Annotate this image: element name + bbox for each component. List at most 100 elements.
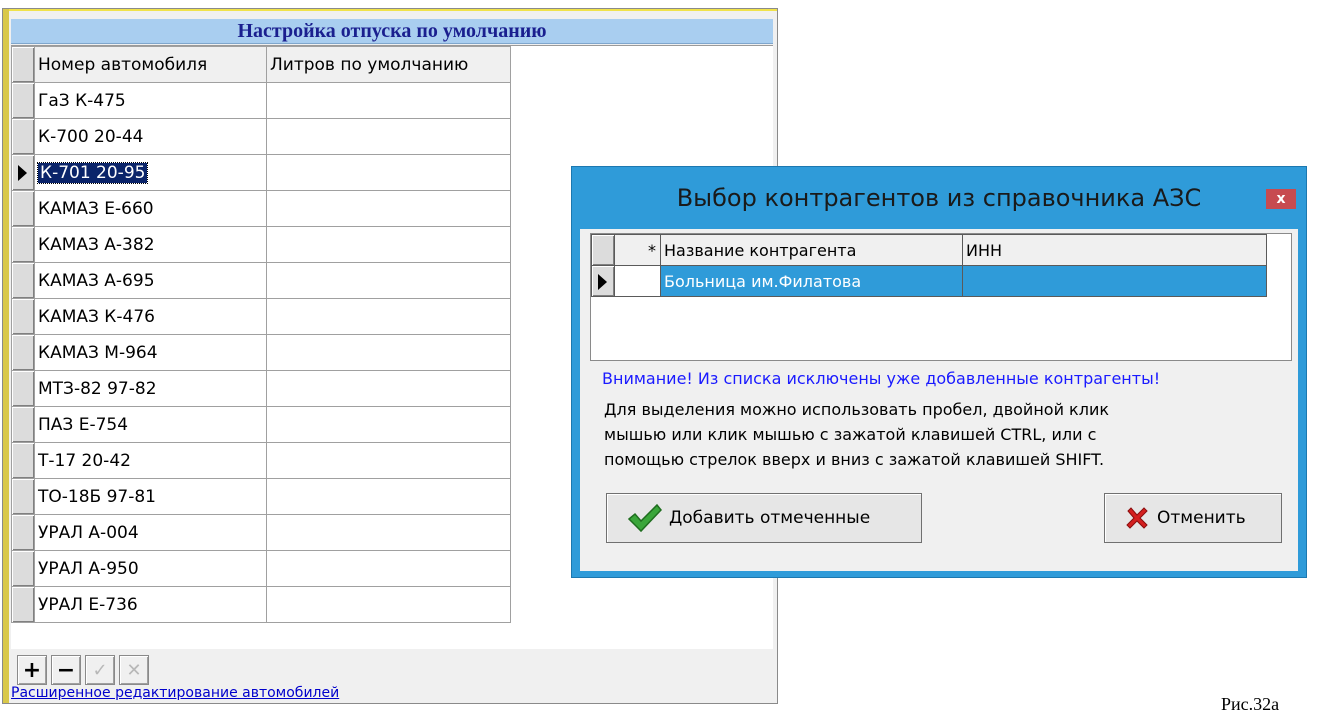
vehicle-number-cell[interactable]: К-700 20-44 xyxy=(34,118,267,155)
vehicle-number: ПАЗ Е-754 xyxy=(38,414,129,435)
vehicle-number-cell[interactable]: УРАЛ А-950 xyxy=(34,550,267,587)
vehicle-row[interactable]: КАМАЗ А-695 xyxy=(11,262,511,299)
vehicle-row[interactable]: УРАЛ А-004 xyxy=(11,514,511,551)
default-liters-cell[interactable] xyxy=(266,154,511,191)
default-liters-cell[interactable] xyxy=(266,226,511,263)
vehicle-row[interactable]: КАМАЗ К-476 xyxy=(11,298,511,335)
row-indicator[interactable] xyxy=(11,226,35,263)
vehicle-number: К-700 20-44 xyxy=(38,126,144,147)
default-liters-cell[interactable] xyxy=(266,82,511,119)
vehicle-number: К-701 20-95 xyxy=(36,161,149,184)
vehicle-number: КАМАЗ К-476 xyxy=(38,306,155,327)
default-liters-cell[interactable] xyxy=(266,514,511,551)
vehicle-number: КАМАЗ А-695 xyxy=(38,270,155,291)
row-indicator[interactable] xyxy=(591,265,615,297)
vehicle-number-cell[interactable]: ПАЗ Е-754 xyxy=(34,406,267,443)
vehicle-number-cell[interactable]: МТЗ-82 97-82 xyxy=(34,370,267,407)
default-liters-cell[interactable] xyxy=(266,370,511,407)
vehicle-number-cell[interactable]: КАМАЗ Е-660 xyxy=(34,190,267,227)
row-indicator[interactable] xyxy=(11,190,35,227)
column-header-vehicle-number[interactable]: Номер автомобиля xyxy=(34,46,267,83)
default-liters-cell[interactable] xyxy=(266,298,511,335)
row-indicator[interactable] xyxy=(11,406,35,443)
row-mark-cell[interactable] xyxy=(614,265,661,297)
vehicle-number-cell[interactable]: К-701 20-95 xyxy=(34,154,267,191)
advanced-vehicle-editing-link[interactable]: Расширенное редактирование автомобилей xyxy=(11,685,339,701)
current-row-arrow-icon xyxy=(18,164,27,181)
cancel-edit-button[interactable]: ✕ xyxy=(119,655,149,685)
vehicle-row[interactable]: КАМАЗ М-964 xyxy=(11,334,511,371)
default-liters-cell[interactable] xyxy=(266,334,511,371)
column-header-inn[interactable]: ИНН xyxy=(962,234,1267,266)
vehicle-number-cell[interactable]: Т-17 20-42 xyxy=(34,442,267,479)
vehicle-number: Т-17 20-42 xyxy=(38,450,131,471)
row-indicator[interactable] xyxy=(11,154,35,191)
row-indicator[interactable] xyxy=(11,82,35,119)
header-indicator-cell xyxy=(591,234,615,266)
vehicle-row[interactable]: КАМАЗ А-382 xyxy=(11,226,511,263)
hint-line: Для выделения можно использовать пробел,… xyxy=(604,400,1110,419)
hint-line: мышью или клик мышью с зажатой клавишей … xyxy=(604,425,1097,444)
vehicle-row[interactable]: К-700 20-44 xyxy=(11,118,511,155)
column-header-default-liters[interactable]: Литров по умолчанию xyxy=(266,46,511,83)
vehicle-number-cell[interactable]: КАМАЗ К-476 xyxy=(34,298,267,335)
row-indicator[interactable] xyxy=(11,478,35,515)
figure-caption: Рис.32а xyxy=(1221,694,1280,714)
vehicle-row[interactable]: К-701 20-95 xyxy=(11,154,511,191)
vehicle-number-cell[interactable]: КАМАЗ А-382 xyxy=(34,226,267,263)
row-indicator[interactable] xyxy=(11,442,35,479)
vehicle-row[interactable]: КАМАЗ Е-660 xyxy=(11,190,511,227)
default-liters-cell[interactable] xyxy=(266,586,511,623)
row-indicator[interactable] xyxy=(11,370,35,407)
default-liters-cell[interactable] xyxy=(266,190,511,227)
vehicle-row[interactable]: ТО-18Б 97-81 xyxy=(11,478,511,515)
row-indicator[interactable] xyxy=(11,262,35,299)
vehicle-row[interactable]: УРАЛ А-950 xyxy=(11,550,511,587)
row-indicator[interactable] xyxy=(11,586,35,623)
add-vehicle-button[interactable]: + xyxy=(17,655,47,685)
contractor-inn-cell[interactable] xyxy=(962,265,1267,297)
vehicle-number-cell[interactable]: УРАЛ А-004 xyxy=(34,514,267,551)
default-liters-cell[interactable] xyxy=(266,550,511,587)
contractor-grid-header: * Название контрагента ИНН xyxy=(591,234,1267,266)
default-liters-cell[interactable] xyxy=(266,118,511,155)
remove-vehicle-button[interactable]: − xyxy=(51,655,81,685)
vehicle-row[interactable]: ГаЗ К-475 xyxy=(11,82,511,119)
warning-text: Внимание! Из списка исключены уже добавл… xyxy=(602,369,1161,388)
vehicle-row[interactable]: УРАЛ Е-736 xyxy=(11,586,511,623)
vehicle-row[interactable]: Т-17 20-42 xyxy=(11,442,511,479)
default-liters-cell[interactable] xyxy=(266,478,511,515)
vehicle-number-cell[interactable]: ГаЗ К-475 xyxy=(34,82,267,119)
default-liters-cell[interactable] xyxy=(266,406,511,443)
vehicle-number: МТЗ-82 97-82 xyxy=(38,378,157,399)
column-header-contractor-name[interactable]: Название контрагента xyxy=(660,234,963,266)
vehicle-number: КАМАЗ А-382 xyxy=(38,234,155,255)
row-indicator[interactable] xyxy=(11,118,35,155)
column-header-mark[interactable]: * xyxy=(614,234,661,266)
vehicle-row[interactable]: МТЗ-82 97-82 xyxy=(11,370,511,407)
contractor-row[interactable]: Больница им.Филатова xyxy=(591,265,1267,297)
cancel-button[interactable]: Отменить xyxy=(1104,493,1282,543)
checkmark-icon xyxy=(627,503,662,533)
vehicle-number-cell[interactable]: УРАЛ Е-736 xyxy=(34,586,267,623)
contractor-grid[interactable]: * Название контрагента ИНН Больница им.Ф… xyxy=(590,233,1292,361)
vehicle-number-cell[interactable]: КАМАЗ М-964 xyxy=(34,334,267,371)
close-button[interactable]: x xyxy=(1266,189,1296,209)
row-indicator[interactable] xyxy=(11,334,35,371)
contractor-name-cell[interactable]: Больница им.Филатова xyxy=(660,265,963,297)
row-indicator[interactable] xyxy=(11,514,35,551)
cross-icon: ✕ xyxy=(126,659,142,681)
default-liters-cell[interactable] xyxy=(266,442,511,479)
add-selected-button[interactable]: Добавить отмеченные xyxy=(606,493,922,543)
vehicle-number-cell[interactable]: КАМАЗ А-695 xyxy=(34,262,267,299)
vehicle-number: УРАЛ Е-736 xyxy=(38,594,138,615)
vehicle-number: УРАЛ А-950 xyxy=(38,558,139,579)
confirm-edit-button[interactable]: ✓ xyxy=(85,655,115,685)
close-icon: x xyxy=(1276,191,1286,207)
vehicle-toolbar: + − ✓ ✕ Расширенное редактирование автом… xyxy=(11,649,773,703)
vehicle-row[interactable]: ПАЗ Е-754 xyxy=(11,406,511,443)
vehicle-number-cell[interactable]: ТО-18Б 97-81 xyxy=(34,478,267,515)
default-liters-cell[interactable] xyxy=(266,262,511,299)
row-indicator[interactable] xyxy=(11,298,35,335)
row-indicator[interactable] xyxy=(11,550,35,587)
